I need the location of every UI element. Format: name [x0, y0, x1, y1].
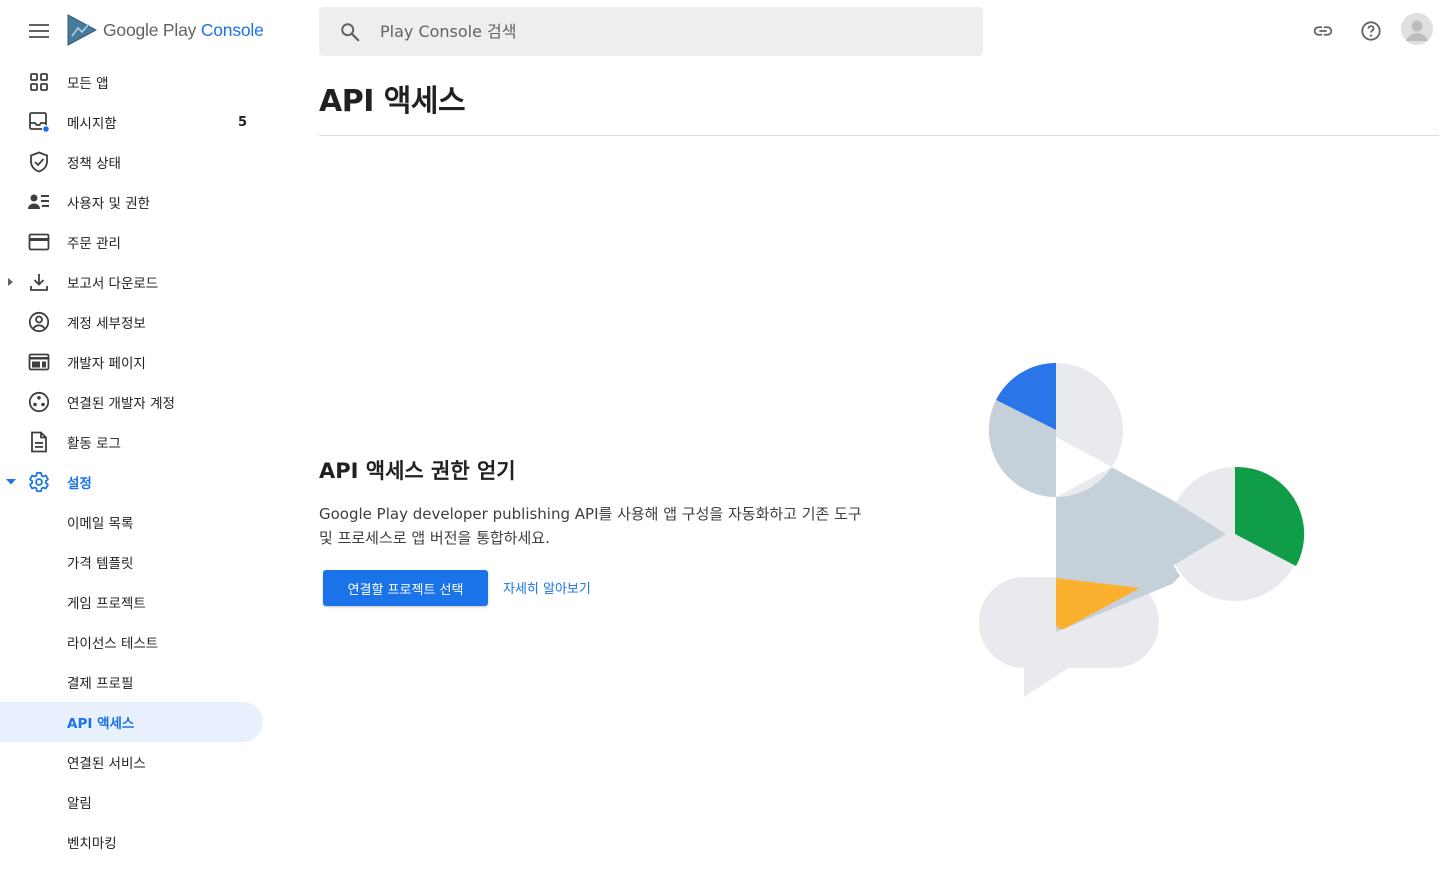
sidebar-item-users-permissions[interactable]: 사용자 및 권한	[0, 182, 263, 222]
unread-count-badge: 5	[238, 114, 248, 130]
sidebar-nav: 모든 앱 메시지함 5 정책 상태 사용자 및 권한 주문 관리 보고서 다운로…	[0, 62, 275, 884]
select-project-button[interactable]: 연결할 프로젝트 선택	[323, 570, 488, 606]
play-console-logo-icon	[67, 14, 97, 46]
credit-card-icon	[28, 231, 50, 253]
sidebar-item-label: 정책 상태	[67, 156, 121, 172]
sidebar-item-label: 설정	[67, 476, 92, 492]
api-access-illustration	[979, 362, 1305, 697]
sidebar-item-label: 라이선스 테스트	[67, 636, 159, 652]
manage-accounts-icon	[28, 191, 50, 213]
logo-console-text: Console	[200, 19, 264, 40]
title-divider	[319, 135, 1439, 136]
sidebar-item-label: 메시지함	[67, 116, 117, 132]
page-title: API 액세스	[319, 84, 466, 119]
sidebar-item-account-details[interactable]: 계정 세부정보	[0, 302, 263, 342]
logo-google-text: Google	[103, 19, 159, 40]
document-icon	[28, 431, 50, 453]
sidebar-subitem-api-access[interactable]: API 액세스	[0, 702, 263, 742]
account-avatar[interactable]	[1401, 13, 1433, 45]
sidebar-subitem-notifications[interactable]: 알림	[0, 782, 263, 822]
link-icon[interactable]	[1305, 13, 1341, 49]
sidebar-subitem-game-projects[interactable]: 게임 프로젝트	[0, 582, 263, 622]
empty-state-description: Google Play developer publishing API를 사용…	[319, 505, 862, 547]
sidebar-item-label: 계정 세부정보	[67, 316, 146, 332]
account-circle-icon	[28, 311, 50, 333]
sidebar-subitem-email-lists[interactable]: 이메일 목록	[0, 502, 263, 542]
top-app-bar: Google Play Console	[0, 0, 1444, 62]
sidebar-item-all-apps[interactable]: 모든 앱	[0, 62, 263, 102]
shield-check-icon	[28, 151, 50, 173]
sidebar-item-linked-developer-accounts[interactable]: 연결된 개발자 계정	[0, 382, 263, 422]
sidebar-item-label: 모든 앱	[67, 76, 109, 92]
sidebar-item-label: 개발자 페이지	[67, 356, 146, 372]
web-page-icon	[28, 351, 50, 373]
download-icon	[28, 271, 50, 293]
sidebar-subitem-payments-profile[interactable]: 결제 프로필	[0, 662, 263, 702]
sidebar-item-label: 결제 프로필	[67, 676, 134, 692]
sidebar-item-policy-status[interactable]: 정책 상태	[0, 142, 263, 182]
sidebar-item-order-management[interactable]: 주문 관리	[0, 222, 263, 262]
sidebar-item-label: 게임 프로젝트	[67, 596, 146, 612]
grid-icon	[28, 71, 50, 93]
sidebar-item-label: 사용자 및 권한	[67, 196, 151, 212]
sidebar-subitem-benchmarking[interactable]: 벤치마킹	[0, 822, 263, 862]
inbox-icon	[28, 111, 50, 133]
menu-icon[interactable]	[21, 13, 57, 49]
logo-play-text: Play	[162, 19, 197, 40]
play-console-logo[interactable]: Google Play Console	[67, 14, 264, 46]
sidebar-item-settings[interactable]: 설정	[0, 462, 263, 502]
sidebar-item-label: 알림	[67, 796, 92, 812]
caret-right-icon[interactable]	[5, 276, 17, 288]
learn-more-link[interactable]: 자세히 알아보기	[503, 578, 591, 597]
sidebar-subitem-pricing-templates[interactable]: 가격 템플릿	[0, 542, 263, 582]
caret-down-icon[interactable]	[5, 476, 17, 488]
sidebar-item-download-reports[interactable]: 보고서 다운로드	[0, 262, 263, 302]
search-input[interactable]	[380, 22, 940, 41]
sidebar-item-label: 주문 관리	[67, 236, 121, 252]
sidebar-item-activity-log[interactable]: 활동 로그	[0, 422, 263, 462]
sidebar-item-inbox[interactable]: 메시지함 5	[0, 102, 263, 142]
gear-icon	[28, 471, 50, 493]
sidebar-item-label: 연결된 개발자 계정	[67, 396, 175, 412]
help-icon[interactable]	[1353, 13, 1389, 49]
search-bar[interactable]	[319, 7, 983, 56]
linked-accounts-icon	[28, 391, 50, 413]
empty-state-heading: API 액세스 권한 얻기	[319, 459, 516, 483]
search-icon	[341, 22, 360, 41]
sidebar-subitem-linked-services[interactable]: 연결된 서비스	[0, 742, 263, 782]
sidebar-item-label: 활동 로그	[67, 436, 121, 452]
sidebar-item-label: 연결된 서비스	[67, 756, 146, 772]
sidebar-subitem-license-testing[interactable]: 라이선스 테스트	[0, 622, 263, 662]
sidebar-item-label: API 액세스	[67, 716, 135, 732]
sidebar-item-label: 이메일 목록	[67, 516, 134, 532]
sidebar-item-label: 가격 템플릿	[67, 556, 134, 572]
sidebar-item-label: 벤치마킹	[67, 836, 117, 852]
sidebar-item-developer-page[interactable]: 개발자 페이지	[0, 342, 263, 382]
sidebar-item-label: 보고서 다운로드	[67, 276, 159, 292]
